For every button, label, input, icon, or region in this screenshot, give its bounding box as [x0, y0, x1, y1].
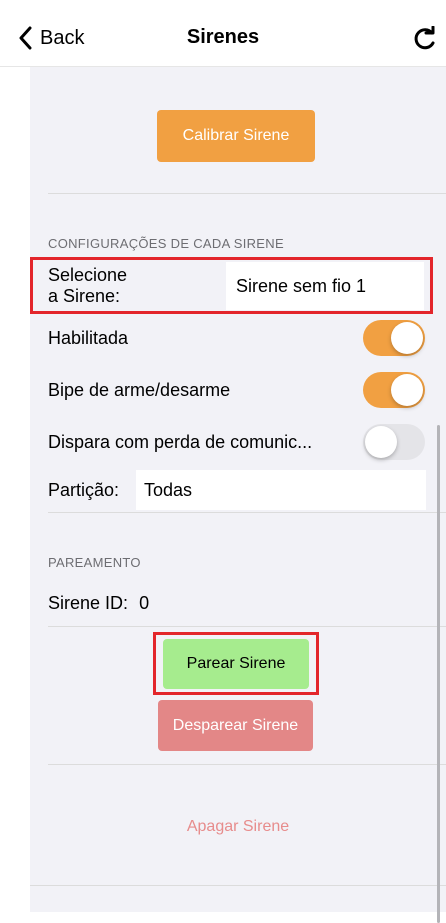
toggle-knob [365, 426, 397, 458]
partition-label: Partição: [48, 480, 120, 500]
beep-label: Bipe de arme/desarme [48, 380, 231, 400]
divider [48, 193, 446, 194]
beep-toggle[interactable] [363, 372, 425, 408]
siren-id-row: Sirene ID: 0 [48, 593, 149, 614]
page-title: Sirenes [186, 26, 260, 48]
navigation-bar: Back Sirenes [0, 0, 446, 67]
refresh-button[interactable] [412, 25, 438, 52]
toggle-knob [391, 374, 423, 406]
divider [48, 764, 446, 765]
comm-loss-toggle[interactable] [363, 424, 425, 460]
siren-id-label: Sirene ID: [48, 593, 129, 613]
highlight-box-pair [153, 632, 319, 695]
refresh-icon [414, 25, 435, 50]
highlight-box-select [30, 257, 433, 314]
enabled-toggle[interactable] [363, 320, 425, 356]
divider [48, 512, 446, 513]
toggle-knob [391, 322, 423, 354]
divider [48, 626, 446, 627]
comm-loss-label: Dispara com perda de comunic... [48, 432, 313, 452]
enabled-label: Habilitada [48, 328, 129, 348]
siren-id-value: 0 [139, 593, 150, 613]
partition-field[interactable]: Todas [136, 470, 426, 510]
pairing-section-title: PAREAMENTO [48, 555, 141, 570]
config-section-title: CONFIGURAÇÕES DE CADA SIRENE [48, 236, 284, 251]
partition-value: Todas [144, 479, 193, 500]
scrollbar[interactable] [437, 425, 440, 923]
delete-siren-button[interactable]: Apagar Sirene [148, 809, 328, 845]
divider [30, 885, 446, 886]
settings-content: Calibrar Sirene CONFIGURAÇÕES DE CADA SI… [30, 67, 446, 923]
calibrate-siren-button[interactable]: Calibrar Sirene [157, 110, 315, 162]
unpair-siren-button[interactable]: Desparear Sirene [158, 700, 313, 751]
